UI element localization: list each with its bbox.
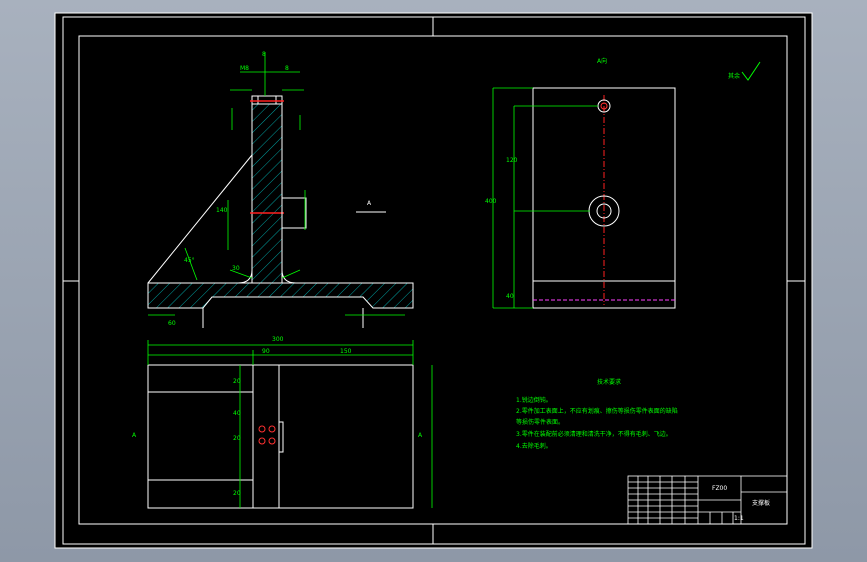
tech-req-item-3: 等损伤零件表面。 [516,418,564,426]
title-code: FZ00 [712,485,727,492]
title-part-name: 支撑板 [752,499,770,507]
dim-plate-height: 400 [485,198,497,205]
tech-req-item-5: 4.去除毛刺。 [516,442,552,450]
dim-rv-b: 40 [233,410,241,417]
dim-base-left: 60 [168,320,176,327]
dim-right-part: 150 [340,348,352,355]
tech-req-title: 技术要求 [597,378,621,386]
sheet-background [54,12,813,549]
dim-angle: 45° [184,257,195,264]
roughness-label: 其余 [728,72,740,80]
dim-rv-d: 20 [233,490,241,497]
title-scale: 1:1 [734,515,744,522]
dim-overall-width: 300 [272,336,284,343]
dim-top-1: M8 [240,65,249,72]
tech-req-item-2: 2.零件加工表面上，不应有划痕、擦伤等损伤零件表面的缺陷 [516,407,678,415]
dim-top-2: 8 [262,51,266,58]
dim-height-a: 140 [216,207,228,214]
view-label: A向 [597,57,607,65]
web-section [251,103,283,284]
dim-web: 30 [232,265,240,272]
dim-height-c: 40 [506,293,514,300]
dim-left-part: 90 [262,348,270,355]
dim-height-b: 120 [506,157,518,164]
dim-rv-a: 20 [233,378,241,385]
tech-req-item-1: 1.锐边倒钝。 [516,396,552,404]
cad-viewport: M8 8 8 45° 30 60 140 A 300 90 150 20 40 … [0,0,867,562]
dim-rv-c: 20 [233,435,241,442]
dim-top-3: 8 [285,65,289,72]
tech-req-item-4: 3.零件在装配前必须清理和清洗干净，不得有毛刺、飞边。 [516,430,672,438]
cad-drawing: M8 8 8 45° 30 60 140 A 300 90 150 20 40 … [54,12,813,549]
